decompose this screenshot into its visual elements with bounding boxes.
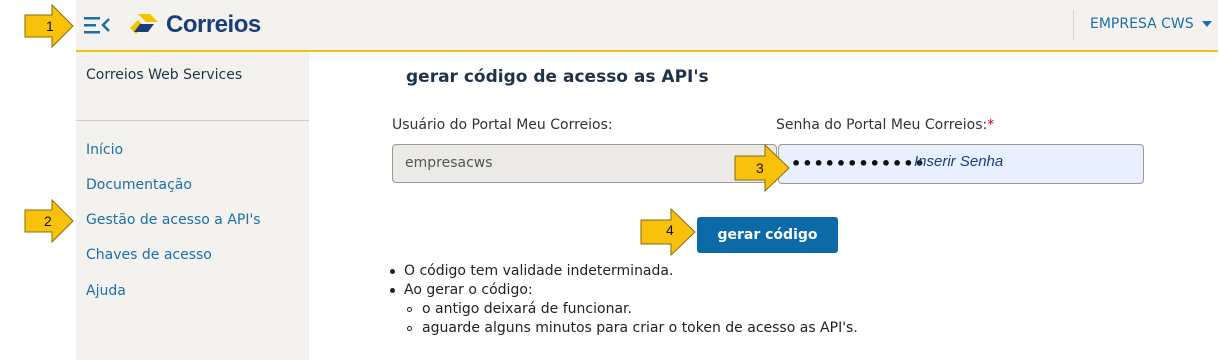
correios-logo[interactable]: Correios (128, 10, 261, 40)
page-title: gerar código de acesso as API's (406, 67, 709, 87)
header-divider (1073, 10, 1074, 40)
menu-collapse-icon[interactable] (84, 14, 110, 36)
list-item: o antigo deixará de funcionar. (390, 300, 858, 319)
correios-logo-icon (130, 14, 158, 34)
callout-number-2: 2 (44, 213, 52, 229)
circle-bullet-icon (407, 326, 412, 331)
note-validity: O código tem validade indeterminada. (404, 263, 674, 279)
top-bar: Correios EMPRESA CWS (76, 0, 1218, 52)
list-item: Ao gerar o código: (390, 281, 858, 300)
sidebar-item-gestao-acesso[interactable]: Gestão de acesso a API's (86, 212, 261, 228)
sidebar-title: Correios Web Services (86, 67, 243, 83)
note-sub2: aguarde alguns minutos para criar o toke… (422, 320, 858, 336)
callout-arrow-3: 3 (734, 144, 790, 192)
sidebar: Correios Web Services Início Documentaçã… (76, 52, 309, 360)
notes-list: O código tem validade indeterminada. Ao … (390, 262, 858, 338)
callout-number-4: 4 (666, 222, 674, 238)
list-item: O código tem validade indeterminada. (390, 262, 858, 281)
password-field-label: Senha do Portal Meu Correios:* (776, 117, 994, 133)
callout-number-1: 1 (46, 18, 54, 34)
callout-arrow-1: 1 (24, 4, 74, 48)
sidebar-divider (76, 120, 309, 121)
list-item: aguarde alguns minutos para criar o toke… (390, 319, 858, 338)
password-field[interactable]: •••••••••••• Inserir Senha (778, 144, 1144, 184)
callout-arrow-2: 2 (24, 199, 74, 243)
password-masked-value: •••••••••••• (791, 154, 926, 173)
brand-name: Correios (166, 11, 261, 38)
sidebar-item-documentacao[interactable]: Documentação (86, 177, 192, 193)
chevron-down-icon (1201, 21, 1212, 27)
note-sub1: o antigo deixará de funcionar. (422, 301, 632, 317)
user-field-label: Usuário do Portal Meu Correios: (392, 117, 613, 133)
company-name: EMPRESA CWS (1090, 16, 1194, 32)
sidebar-item-ajuda[interactable]: Ajuda (86, 283, 126, 299)
company-dropdown[interactable]: EMPRESA CWS (1090, 16, 1212, 32)
generate-code-button[interactable]: gerar código (697, 217, 838, 253)
circle-bullet-icon (407, 307, 412, 312)
bullet-icon (390, 269, 395, 274)
required-marker: * (987, 117, 995, 133)
callout-number-3: 3 (756, 160, 764, 176)
callout-arrow-4: 4 (640, 208, 696, 256)
sidebar-item-inicio[interactable]: Início (86, 142, 123, 158)
note-on-generate: Ao gerar o código: (404, 282, 533, 298)
bullet-icon (390, 288, 395, 293)
user-field[interactable]: empresacws (392, 144, 777, 183)
password-label-text: Senha do Portal Meu Correios: (776, 117, 988, 133)
sidebar-item-chaves-acesso[interactable]: Chaves de acesso (86, 247, 212, 263)
password-hint: Inserir Senha (914, 153, 1004, 170)
